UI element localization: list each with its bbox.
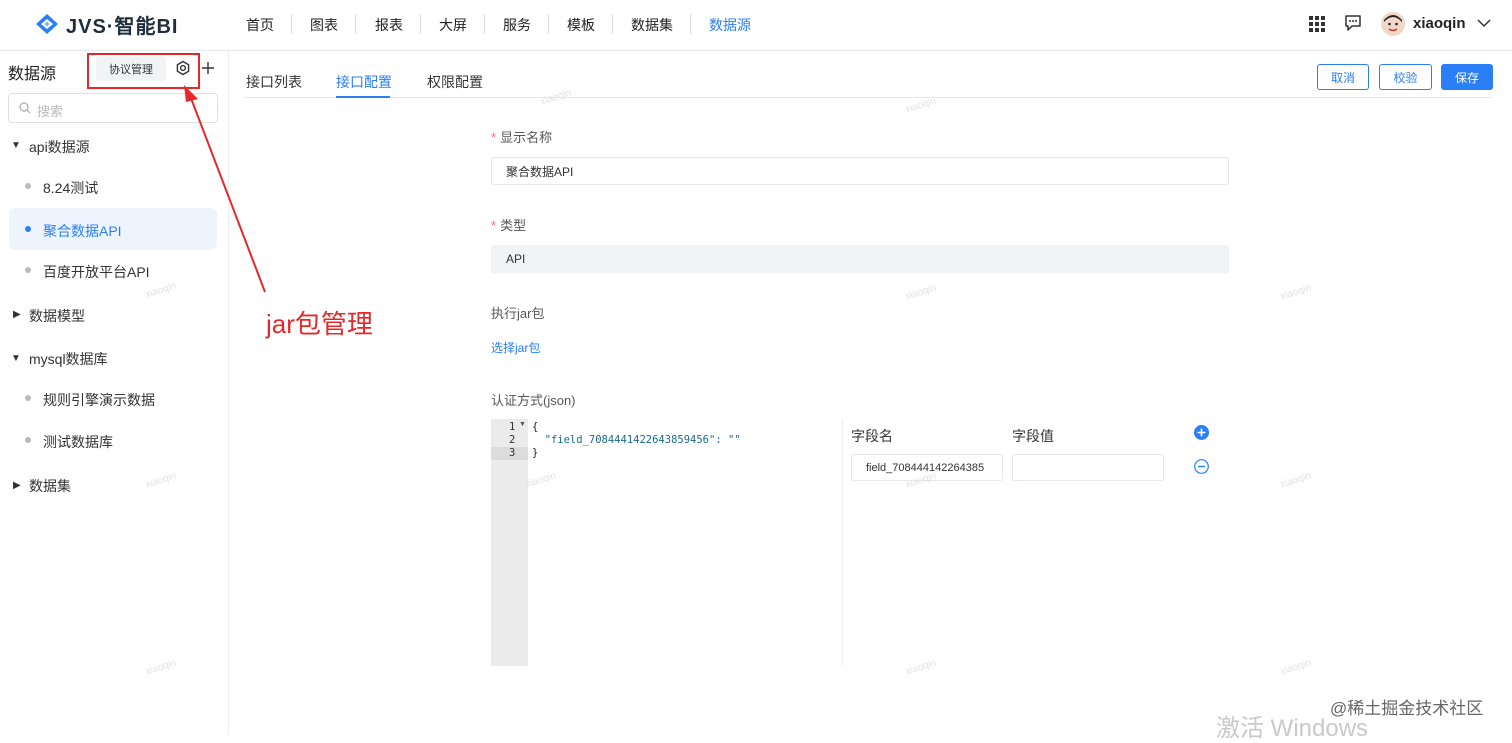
tree-label: api数据源 [29, 139, 90, 155]
field-name-header: 字段名 [851, 428, 893, 444]
dot-icon [25, 395, 31, 401]
app-title: JVS·智能BI [66, 15, 179, 38]
watermark: xiaoqin [1279, 282, 1313, 303]
search-icon [19, 102, 31, 114]
sidebar-title: 数据源 [8, 66, 57, 83]
required-mark: * [491, 218, 497, 233]
line-number: 1 [509, 421, 516, 433]
windows-activation-text: 激活 Windows [1216, 715, 1369, 742]
app-logo[interactable]: JVS·智能BI [34, 10, 178, 38]
type-input: API [491, 245, 1229, 273]
dot-icon [25, 267, 31, 273]
fold-icon: ▼ [519, 421, 526, 428]
watermark: xiaoqin [904, 282, 938, 303]
dot-icon [25, 437, 31, 443]
field-value-header: 字段值 [1012, 428, 1054, 444]
tree-label: 8.24测试 [43, 180, 99, 196]
cancel-button[interactable]: 取消 [1317, 64, 1369, 90]
editor-divider [842, 419, 843, 666]
apps-grid-icon[interactable] [1309, 16, 1325, 32]
dot-icon [25, 183, 31, 189]
label-text: 显示名称 [500, 130, 553, 145]
json-editor[interactable]: 1 ▼ 2 3 { "field_7084441422643859456": "… [491, 419, 843, 666]
nav-templates[interactable]: 模板 [567, 15, 595, 35]
code-line: "field_7084441422643859456": "" [532, 434, 741, 446]
type-label: * 类型 [491, 215, 526, 234]
highlight-box [87, 53, 200, 89]
validate-button[interactable]: 校验 [1379, 64, 1432, 90]
active-tab-indicator [336, 96, 390, 98]
dot-icon [25, 226, 31, 232]
remove-circle-icon[interactable] [1194, 459, 1209, 474]
line-number: 3 [509, 447, 516, 459]
nav-divider [548, 14, 549, 34]
tree-label: mysql数据库 [29, 351, 108, 367]
tab-api-config[interactable]: 接口配置 [336, 72, 392, 92]
tree-label: 测试数据库 [43, 434, 113, 450]
watermark: xiaoqin [539, 87, 573, 108]
watermark: xiaoqin [1279, 657, 1313, 678]
nav-divider [355, 14, 356, 34]
add-circle-icon[interactable] [1194, 425, 1209, 440]
field-value-input[interactable] [1012, 454, 1164, 481]
caret-right-icon: ▶ [13, 480, 21, 491]
tab-permissions[interactable]: 权限配置 [427, 72, 483, 92]
nav-divider [291, 14, 292, 34]
watermark: xiaoqin [1279, 470, 1313, 491]
tree-label: 数据模型 [29, 308, 85, 324]
nav-reports[interactable]: 报表 [375, 15, 403, 35]
caret-down-icon: ▼ [11, 140, 21, 151]
display-name-input[interactable]: 聚合数据API [491, 157, 1229, 185]
tab-api-list[interactable]: 接口列表 [246, 72, 302, 92]
tree-label: 数据集 [29, 478, 71, 494]
required-mark: * [491, 130, 497, 145]
watermark: xiaoqin [904, 657, 938, 678]
annotation-arrow [184, 85, 266, 293]
logo-icon [36, 14, 58, 34]
message-icon[interactable] [1344, 14, 1362, 32]
display-name-label: * 显示名称 [491, 127, 552, 146]
code-line: { [532, 421, 539, 433]
tree-label: 百度开放平台API [43, 264, 150, 280]
nav-datasets[interactable]: 数据集 [631, 15, 673, 35]
select-jar-link[interactable]: 选择jar包 [491, 339, 540, 356]
code-line: } [532, 447, 539, 459]
search-placeholder: 搜索 [37, 104, 64, 119]
tree-label: 聚合数据API [43, 223, 122, 239]
line-number: 2 [509, 434, 516, 446]
nav-charts[interactable]: 图表 [310, 15, 338, 35]
watermark: xiaoqin [904, 95, 938, 116]
add-icon[interactable] [201, 61, 215, 75]
user-name[interactable]: xiaoqin [1413, 15, 1466, 32]
nav-divider [484, 14, 485, 34]
tree-label: 规则引擎演示数据 [43, 392, 155, 408]
nav-divider [612, 14, 613, 34]
annotation-label: jar包管理 [266, 309, 373, 339]
avatar[interactable] [1381, 12, 1405, 36]
chevron-down-icon[interactable] [1477, 18, 1491, 28]
nav-datasources[interactable]: 数据源 [709, 15, 751, 35]
jar-label: 执行jar包 [491, 306, 545, 321]
label-text: 类型 [500, 218, 527, 233]
tabs-divider [244, 97, 1492, 98]
nav-bigscreen[interactable]: 大屏 [439, 15, 467, 35]
top-bar: JVS·智能BI 首页 图表 报表 大屏 服务 模板 数据集 数据源 xiaoq… [0, 0, 1512, 51]
auth-label: 认证方式(json) [491, 393, 576, 408]
nav-divider [690, 14, 691, 34]
nav-divider [420, 14, 421, 34]
caret-right-icon: ▶ [13, 309, 21, 320]
nav-services[interactable]: 服务 [503, 15, 531, 35]
nav-home[interactable]: 首页 [246, 15, 274, 35]
save-button[interactable]: 保存 [1441, 64, 1493, 90]
caret-down-icon: ▼ [11, 353, 21, 364]
